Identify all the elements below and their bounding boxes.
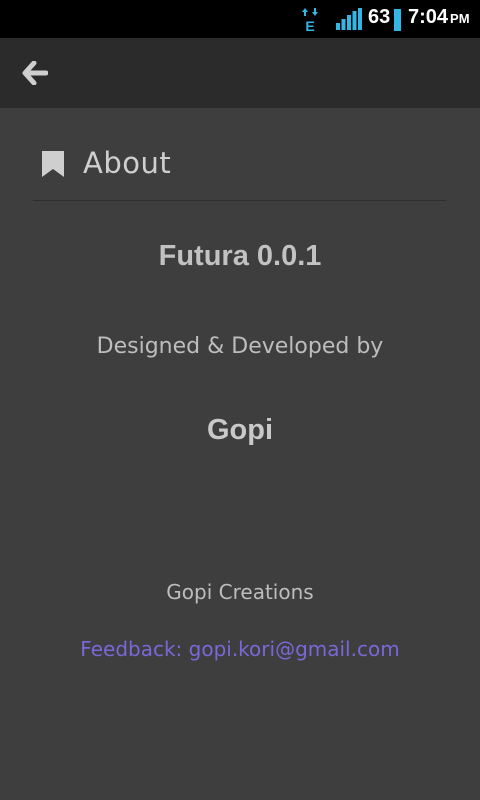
data-transfer-icon: E bbox=[302, 8, 318, 32]
page-title: About bbox=[83, 146, 172, 180]
battery-level: 63 bbox=[368, 6, 391, 28]
feedback-email-link[interactable]: Feedback: gopi.kori@gmail.com bbox=[0, 637, 480, 661]
clock-suffix: PM bbox=[450, 11, 470, 26]
back-button[interactable] bbox=[14, 52, 56, 94]
battery-icon bbox=[394, 9, 401, 31]
section-header: About bbox=[33, 138, 446, 201]
author-name: Gopi bbox=[206, 414, 274, 446]
clock-time: 7:04 bbox=[408, 6, 449, 28]
company-name: Gopi Creations bbox=[166, 580, 314, 604]
signal-strength-icon bbox=[336, 8, 362, 30]
arrow-left-icon bbox=[22, 61, 48, 85]
action-bar bbox=[0, 38, 480, 108]
bookmark-icon bbox=[42, 151, 64, 177]
clock: 7:04 PM bbox=[408, 6, 470, 29]
network-type-label: E bbox=[305, 18, 314, 32]
app-name-version: Futura 0.0.1 bbox=[158, 240, 322, 272]
status-bar: E 63 7:04 PM bbox=[0, 0, 480, 38]
credit-line: Designed & Developed by bbox=[96, 334, 384, 359]
